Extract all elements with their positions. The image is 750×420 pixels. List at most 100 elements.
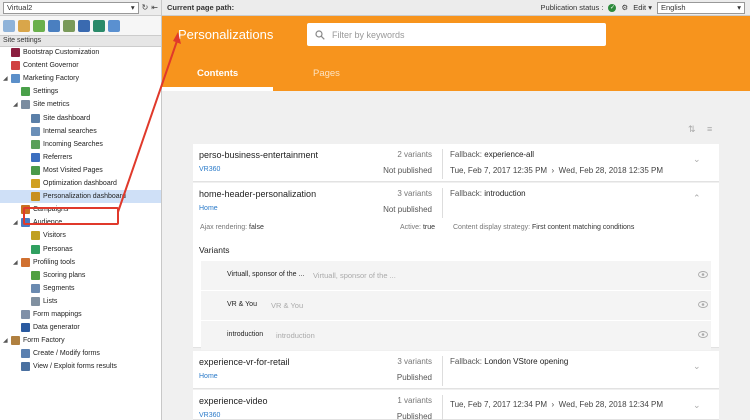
variant-row[interactable]: Virtuall, sponsor of the ... Virtuall, s… bbox=[201, 261, 711, 290]
tree-item-icon bbox=[21, 310, 30, 319]
display-strategy-value: First content matching conditions bbox=[532, 224, 635, 231]
card-divider bbox=[442, 356, 443, 386]
display-strategy-label: Content display strategy: bbox=[453, 224, 531, 231]
search-placeholder: Filter by keywords bbox=[332, 29, 405, 40]
tab-contents[interactable]: Contents bbox=[197, 68, 238, 79]
fallback-label: Fallback: bbox=[450, 357, 483, 366]
site-select[interactable]: Virtual2 ▾ bbox=[3, 1, 139, 14]
personalization-header: Personalizations Filter by keywords Cont… bbox=[162, 16, 750, 91]
eye-icon[interactable] bbox=[698, 331, 708, 338]
card-name: perso-business-entertainment bbox=[199, 150, 319, 160]
tree-item[interactable]: Scoring plans bbox=[0, 269, 161, 282]
chevron-up-icon[interactable]: ⌃ bbox=[693, 193, 701, 204]
fallback-value: London VStore opening bbox=[484, 357, 569, 366]
fallback-value: introduction bbox=[484, 189, 526, 198]
card-divider bbox=[442, 395, 443, 420]
tree-item-icon bbox=[31, 126, 40, 136]
image-icon[interactable] bbox=[48, 19, 60, 32]
gear-icon[interactable]: ⚙ bbox=[621, 3, 628, 12]
tree-item[interactable]: Referrers bbox=[0, 151, 161, 164]
tab-pages[interactable]: Pages bbox=[313, 68, 340, 79]
tree-item[interactable]: Form mappings bbox=[0, 308, 161, 321]
tree-item[interactable]: Visitors bbox=[0, 229, 161, 242]
ajax-rendering-label: Ajax rendering: bbox=[200, 224, 248, 231]
current-page-path-label: Current page path: bbox=[167, 3, 235, 12]
expand-toggle-icon[interactable]: ◢ bbox=[13, 101, 19, 108]
tree-item[interactable]: Lists bbox=[0, 295, 161, 308]
users-icon[interactable] bbox=[18, 19, 30, 32]
properties-icon[interactable] bbox=[63, 19, 75, 32]
tree-item-icon bbox=[21, 100, 30, 110]
eye-icon[interactable] bbox=[698, 271, 708, 278]
tree-item[interactable]: Personas bbox=[0, 243, 161, 256]
tree-item[interactable]: Segments bbox=[0, 282, 161, 295]
tree-item[interactable]: Data generator bbox=[0, 321, 161, 334]
language-select[interactable]: English ▾ bbox=[657, 1, 745, 14]
tree-item-icon bbox=[31, 113, 40, 123]
expand-toggle-icon[interactable]: ◢ bbox=[13, 219, 19, 226]
card-publication-status: Not published bbox=[383, 205, 432, 214]
variant-row[interactable]: introduction introduction bbox=[201, 321, 711, 350]
settings-tree: Bootstrap Customization Content Governor ◢… bbox=[0, 47, 161, 420]
card-page-link[interactable]: Home bbox=[199, 373, 218, 380]
chevron-down-icon[interactable]: ⌄ bbox=[693, 361, 701, 372]
tree-item[interactable]: View / Exploit forms results bbox=[0, 360, 161, 373]
variant-row[interactable]: VR & You VR & You bbox=[201, 291, 711, 320]
tree-item-label: Lists bbox=[43, 297, 58, 305]
tree-item-icon bbox=[21, 349, 30, 359]
filter-icon[interactable]: ≡ bbox=[707, 124, 712, 134]
expand-toggle-icon[interactable]: ◢ bbox=[3, 337, 9, 344]
personalization-card[interactable]: experience-vr-for-retail Home 3 variants… bbox=[193, 351, 719, 389]
tree-item-icon bbox=[21, 362, 30, 372]
card-divider bbox=[442, 149, 443, 179]
expand-toggle-icon[interactable]: ◢ bbox=[13, 259, 19, 266]
active-flag: Active: true bbox=[400, 224, 435, 231]
card-page-link[interactable]: VR360 bbox=[199, 412, 220, 419]
tree-item[interactable]: Incoming Searches bbox=[0, 138, 161, 151]
tree-item[interactable]: Create / Modify forms bbox=[0, 347, 161, 360]
chevron-down-icon[interactable]: ⌄ bbox=[693, 400, 701, 411]
tree-item[interactable]: Internal searches bbox=[0, 125, 161, 138]
eye-icon[interactable] bbox=[698, 301, 708, 308]
tree-item[interactable]: ◢ Form Factory bbox=[0, 334, 161, 347]
personalization-card[interactable]: experience-video VR360 1 variants Publis… bbox=[193, 390, 719, 420]
search-input[interactable]: Filter by keywords bbox=[307, 23, 606, 46]
tree-item[interactable]: Optimization dashboard bbox=[0, 177, 161, 190]
sort-icon[interactable]: ⇅ bbox=[688, 124, 696, 135]
window-icon[interactable] bbox=[108, 19, 120, 32]
tree-item-icon bbox=[11, 336, 20, 346]
new-icon[interactable] bbox=[3, 19, 15, 32]
tree-item-icon bbox=[31, 283, 40, 293]
tree-item-label: Bootstrap Customization bbox=[23, 49, 100, 56]
tree-item[interactable]: Personalization dashboard bbox=[0, 190, 161, 204]
tree-item[interactable]: Site dashboard bbox=[0, 112, 161, 125]
tree-item[interactable]: Content Governor bbox=[0, 59, 161, 72]
card-date-range: Tue, Feb 7, 2017 12:34 PM › Wed, Feb 28,… bbox=[450, 400, 664, 409]
sitemap-icon[interactable] bbox=[78, 19, 90, 32]
search-icon bbox=[315, 29, 325, 40]
tree-item[interactable]: Bootstrap Customization bbox=[0, 46, 161, 59]
card-page-link[interactable]: Home bbox=[199, 205, 218, 212]
display-strategy: Content display strategy: First content … bbox=[453, 224, 634, 231]
expand-toggle-icon[interactable]: ◢ bbox=[3, 75, 9, 82]
tree-item-label: Content Governor bbox=[23, 62, 79, 70]
tree-item[interactable]: Settings bbox=[0, 85, 161, 98]
personalization-card-expanded: home-header-personalization Home 3 varia… bbox=[193, 183, 719, 350]
refresh-icon[interactable]: ↻ bbox=[142, 3, 149, 12]
tree-item-label: Data generator bbox=[33, 324, 80, 332]
edit-menu[interactable]: Edit ▾ bbox=[633, 3, 652, 12]
personalization-card[interactable]: perso-business-entertainment VR360 2 var… bbox=[193, 144, 719, 182]
tree-item[interactable]: Most Visited Pages bbox=[0, 164, 161, 177]
fallback-label: Fallback: bbox=[450, 189, 483, 198]
shield-icon[interactable] bbox=[93, 19, 105, 32]
chevron-down-icon[interactable]: ⌄ bbox=[693, 154, 701, 165]
active-label: Active: bbox=[400, 224, 422, 231]
groups-icon[interactable] bbox=[33, 19, 45, 32]
tree-item-label: Site dashboard bbox=[43, 114, 91, 122]
collapse-panel-icon[interactable]: ⇤ bbox=[151, 3, 158, 12]
tree-item[interactable]: ◢ Marketing Factory bbox=[0, 72, 161, 85]
card-page-link[interactable]: VR360 bbox=[199, 166, 220, 173]
tree-item-icon bbox=[31, 231, 40, 241]
tree-item[interactable]: ◢ Site metrics bbox=[0, 98, 161, 111]
tree-item[interactable]: ◢ Profiling tools bbox=[0, 256, 161, 269]
